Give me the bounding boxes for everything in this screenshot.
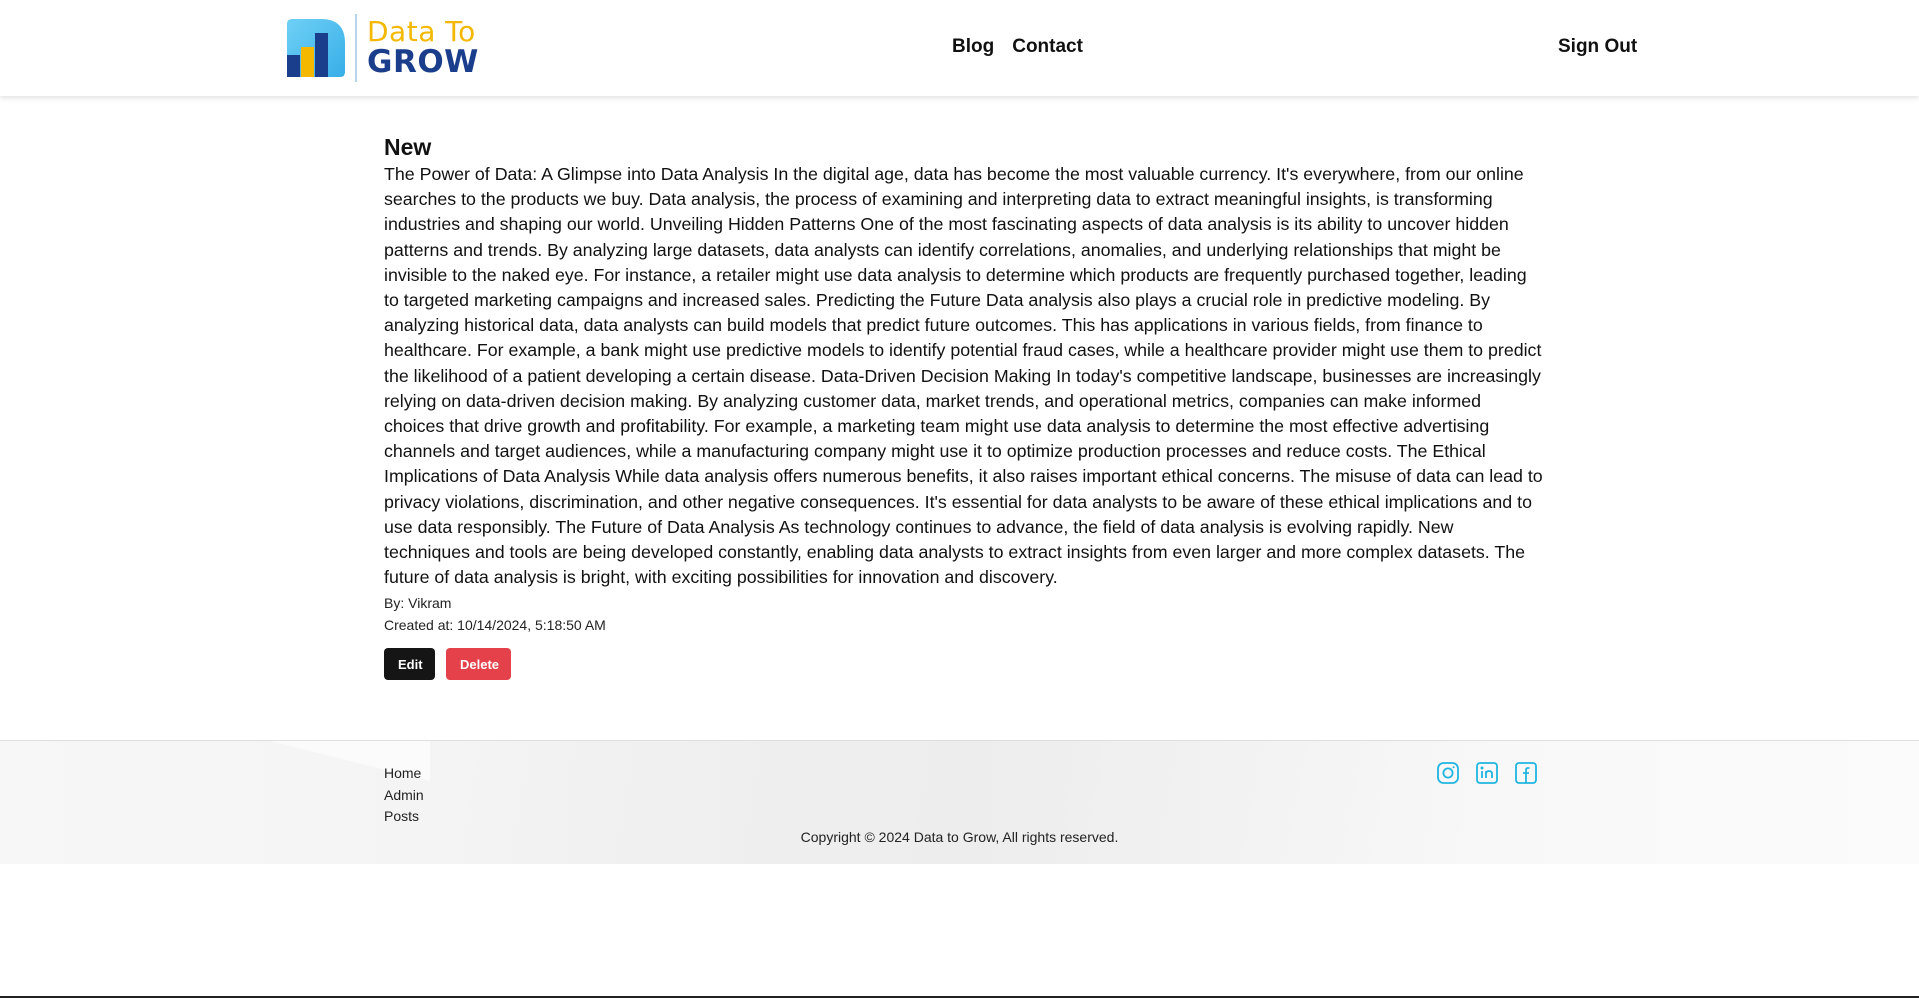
- post-detail: New The Power of Data: A Glimpse into Da…: [384, 132, 1544, 681]
- delete-button[interactable]: Delete: [446, 648, 511, 681]
- post-body: The Power of Data: A Glimpse into Data A…: [384, 164, 1543, 588]
- post-author: By: Vikram: [384, 595, 452, 612]
- logo-chart-icon: [287, 19, 345, 77]
- social-links: [1434, 759, 1540, 787]
- footer-link-posts[interactable]: Posts: [384, 806, 424, 828]
- post-title: New: [384, 134, 432, 160]
- nav-contact-link[interactable]: Contact: [1012, 36, 1083, 58]
- brand-line-2: GROW: [367, 44, 479, 80]
- site-footer: Home Admin Posts Copyright © 2024 Data t…: [0, 740, 1919, 864]
- main-nav: Blog Contact: [952, 36, 1083, 58]
- facebook-icon[interactable]: [1512, 759, 1540, 787]
- copyright-text: Copyright © 2024 Data to Grow, All right…: [800, 829, 1119, 845]
- post-actions: Edit Delete: [384, 648, 1544, 681]
- brand-name: Data To GROW: [367, 18, 479, 78]
- linkedin-icon[interactable]: [1473, 759, 1501, 787]
- edit-button[interactable]: Edit: [384, 648, 435, 681]
- footer-link-home[interactable]: Home: [384, 763, 424, 785]
- post-created-at: Created at: 10/14/2024, 5:18:50 AM: [384, 617, 606, 634]
- brand-logo[interactable]: Data To GROW: [287, 14, 479, 82]
- footer-links: Home Admin Posts: [384, 763, 424, 828]
- footer-link-admin[interactable]: Admin: [384, 785, 424, 807]
- instagram-icon[interactable]: [1434, 759, 1462, 787]
- brand-line-1: Data To: [367, 15, 476, 48]
- nav-blog-link[interactable]: Blog: [952, 36, 994, 58]
- sign-out-button[interactable]: Sign Out: [1558, 36, 1637, 58]
- site-header: Data To GROW Blog Contact Sign Out: [0, 0, 1919, 96]
- logo-divider: [355, 14, 357, 82]
- footer-background-shape: [430, 741, 1490, 864]
